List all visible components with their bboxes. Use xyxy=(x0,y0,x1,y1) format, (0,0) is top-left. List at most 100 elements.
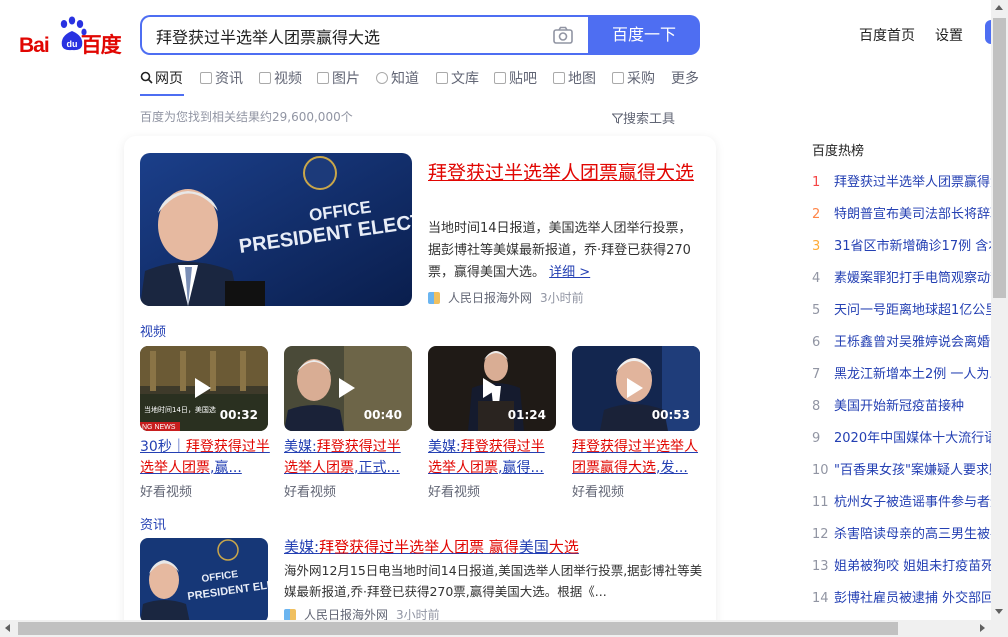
hot-list-item[interactable]: 12 杀害陪读母亲的高三男生被判 xyxy=(812,523,992,543)
video-icon xyxy=(259,72,271,84)
video-source: 好看视频 xyxy=(140,485,193,500)
video-source: 好看视频 xyxy=(284,485,337,500)
image-icon xyxy=(317,72,329,84)
map-icon xyxy=(553,72,565,84)
search-tools-button[interactable]: 搜索工具 xyxy=(611,108,676,127)
news-title-highlight: 拜登获得过半选举人团票 赢得 xyxy=(319,538,519,556)
tab-label: 文库 xyxy=(451,71,479,87)
source-name[interactable]: 人民日报海外网 xyxy=(448,291,532,305)
vertical-scroll-thumb[interactable] xyxy=(993,18,1006,298)
scroll-down-icon[interactable] xyxy=(995,609,1003,614)
hot-list-item[interactable]: 9 2020年中国媒体十大流行语 xyxy=(812,427,992,447)
main-result-image[interactable]: OFFICE PRESIDENT ELECT xyxy=(140,153,412,306)
tab-label: 视频 xyxy=(274,71,302,87)
news-title[interactable]: 美媒:拜登获得过半选举人团票 赢得美国大选 xyxy=(284,536,579,558)
tab-label: 网页 xyxy=(155,71,183,87)
hot-list-item[interactable]: 7 黑龙江新增本土2例 一人为... xyxy=(812,363,992,383)
video-thumbnail[interactable]: 00:40 xyxy=(284,346,412,431)
main-result-source: 人民日报海外网 3小时前 xyxy=(428,289,584,306)
tab-tieba[interactable]: 贴吧 xyxy=(494,68,537,88)
search-input[interactable] xyxy=(156,26,536,45)
hot-rank: 9 xyxy=(812,431,821,446)
hot-list-item[interactable]: 4 素媛案罪犯打手电筒观察动静 xyxy=(812,267,992,287)
video-title-suffix: ,正式... xyxy=(354,460,400,476)
video-news-tag: NG NEWS xyxy=(142,424,176,431)
hot-text: 素媛案罪犯打手电筒观察动静 xyxy=(834,271,992,286)
hot-rank: 4 xyxy=(812,271,821,286)
main-result-title[interactable]: 拜登获过半选举人团票赢得大选 xyxy=(428,158,698,188)
tab-web[interactable]: 网页 xyxy=(140,68,183,88)
video-source: 好看视频 xyxy=(428,485,481,500)
hot-list-item[interactable]: 5 天问一号距离地球超1亿公里 xyxy=(812,299,992,319)
baidu-logo[interactable]: du Bai 百度 xyxy=(19,16,123,57)
tab-label: 贴吧 xyxy=(509,71,537,87)
play-icon xyxy=(627,378,643,398)
filter-icon xyxy=(611,113,624,124)
video-title-suffix: ,发... xyxy=(656,460,688,476)
scroll-right-icon[interactable] xyxy=(980,624,985,632)
video-thumbnail[interactable]: NG NEWS 当地时间14日，美国选 00:32 xyxy=(140,346,268,431)
tieba-icon xyxy=(494,72,506,84)
tab-label: 采购 xyxy=(627,71,655,87)
news-description: 海外网12月15日电当地时间14日报道,美国选举人团举行投票,据彭博社等美媒最新… xyxy=(284,563,703,599)
videos-section-label[interactable]: 视频 xyxy=(140,321,166,340)
play-icon xyxy=(483,378,499,398)
search-tools-label: 搜索工具 xyxy=(623,112,676,127)
tab-wenku[interactable]: 文库 xyxy=(436,68,479,88)
hot-rank: 11 xyxy=(812,495,829,510)
hot-rank: 2 xyxy=(812,207,821,222)
video-thumbnail[interactable]: 00:53 xyxy=(572,346,700,431)
news-section-label[interactable]: 资讯 xyxy=(140,514,166,533)
tab-procurement[interactable]: 采购 xyxy=(612,68,655,88)
news-title-mid: 美国 xyxy=(518,538,549,556)
hot-list-item[interactable]: 10 "百香果女孩"案嫌疑人要求赔偿 xyxy=(812,459,992,479)
video-thumbnail[interactable]: 01:24 xyxy=(428,346,556,431)
tab-map[interactable]: 地图 xyxy=(553,68,596,88)
hot-rank: 7 xyxy=(812,367,821,382)
logo-cn: 百度 xyxy=(80,34,122,57)
hot-list-title: 百度热榜 xyxy=(812,144,865,159)
tab-more[interactable]: 更多 xyxy=(671,68,699,88)
tab-zhidao[interactable]: 知道 xyxy=(376,68,419,88)
hot-list-item[interactable]: 11 杭州女子被造谣事件参与者道歉 xyxy=(812,491,992,511)
hot-list-item[interactable]: 14 彭博社雇员被逮捕 外交部回应 xyxy=(812,587,992,607)
details-link[interactable]: 详细 > xyxy=(549,265,590,280)
video-title[interactable]: 30秒｜拜登获得过半选举人团票,赢... xyxy=(140,437,270,479)
active-tab-indicator xyxy=(140,94,184,96)
search-results-page: du Bai百度 百度一下 百度首页 设置 网页 资讯 视频 图片 知道 文库 … xyxy=(0,0,1008,637)
tab-video[interactable]: 视频 xyxy=(259,68,302,88)
hot-rank: 12 xyxy=(812,527,829,542)
hot-list-item[interactable]: 2 特朗普宣布美司法部长将辞职 xyxy=(812,203,992,223)
video-title-prefix: 美媒: xyxy=(428,439,461,455)
news-image[interactable]: OFFICE PRESIDENT ELECT xyxy=(140,538,268,623)
tab-label: 图片 xyxy=(332,71,360,87)
hot-rank: 5 xyxy=(812,303,821,318)
hot-list-item[interactable]: 6 王栎鑫曾对吴雅婷说会离婚 xyxy=(812,331,992,351)
hot-text: 2020年中国媒体十大流行语 xyxy=(834,431,992,446)
hot-list-item[interactable]: 13 姐弟被狗咬 姐姐未打疫苗死亡 xyxy=(812,555,992,575)
search-button[interactable]: 百度一下 xyxy=(588,15,700,55)
settings-link[interactable]: 设置 xyxy=(935,25,963,45)
hot-list-item[interactable]: 1 拜登获过半选举人团票赢得大选 xyxy=(812,171,992,191)
scroll-left-icon[interactable] xyxy=(5,624,10,632)
hot-rank: 14 xyxy=(812,591,829,606)
scroll-up-icon[interactable] xyxy=(995,5,1003,10)
video-duration: 00:32 xyxy=(219,408,258,422)
main-result-description: 当地时间14日报道，美国选举人团举行投票，据彭博社等美媒最新报道，乔·拜登已获得… xyxy=(428,218,698,284)
baidu-home-link[interactable]: 百度首页 xyxy=(859,25,915,45)
news-icon xyxy=(200,72,212,84)
hot-list-item[interactable]: 8 美国开始新冠疫苗接种 xyxy=(812,395,992,415)
hot-list-item[interactable]: 3 31省区市新增确诊17例 含本土1例 xyxy=(812,235,992,255)
source-time: 3小时前 xyxy=(540,291,584,305)
play-icon xyxy=(339,378,355,398)
bag-icon xyxy=(612,72,624,84)
video-title[interactable]: 美媒:拜登获得过半选举人团票,正式... xyxy=(284,437,414,479)
video-title[interactable]: 美媒:拜登获得过半选举人团票,赢得... xyxy=(428,437,558,479)
tab-images[interactable]: 图片 xyxy=(317,68,360,88)
hot-rank: 8 xyxy=(812,399,821,414)
tab-news[interactable]: 资讯 xyxy=(200,68,243,88)
play-icon xyxy=(195,378,211,398)
camera-icon[interactable] xyxy=(552,25,574,45)
horizontal-scroll-thumb[interactable] xyxy=(18,622,898,635)
video-title[interactable]: 拜登获得过半选举人团票赢得大选,发... xyxy=(572,437,702,479)
